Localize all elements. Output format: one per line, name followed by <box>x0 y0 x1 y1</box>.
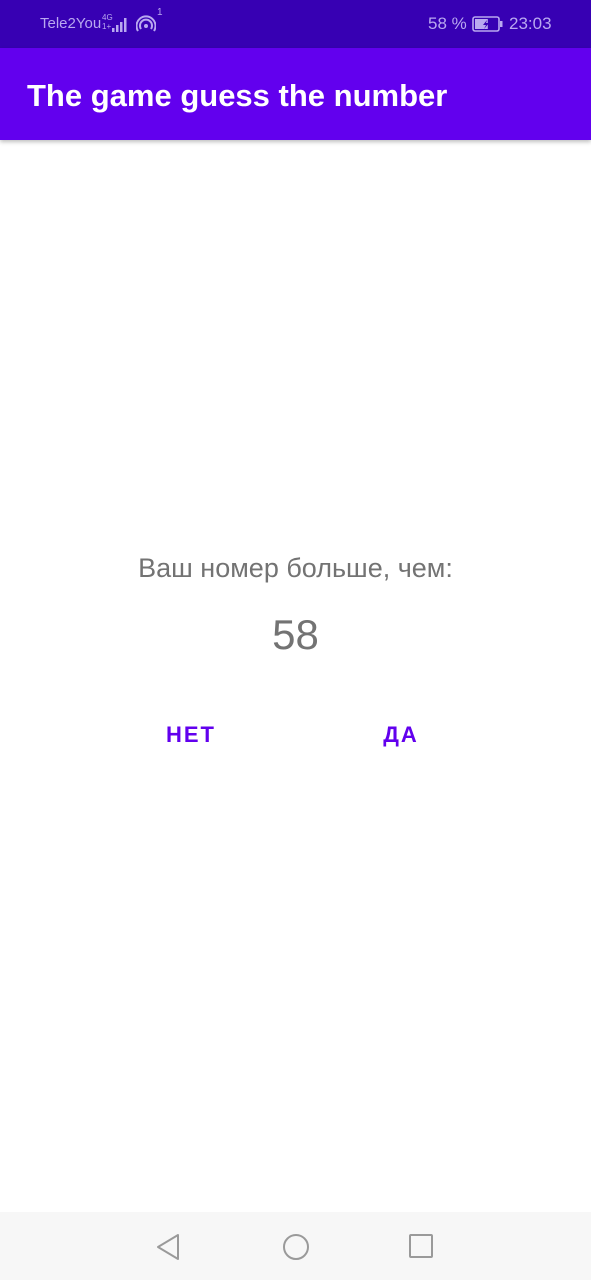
recent-apps-icon[interactable] <box>407 1232 435 1260</box>
home-icon[interactable] <box>281 1232 311 1262</box>
yes-button[interactable]: ДА <box>326 702 476 768</box>
back-icon[interactable] <box>154 1232 184 1262</box>
status-bar: Tele2You 4G 1+ 1 58 % 23:03 <box>0 0 591 48</box>
app-bar: The game guess the number <box>0 48 591 140</box>
app-title: The game guess the number <box>27 78 448 113</box>
hotspot-icon <box>136 15 156 32</box>
no-button[interactable]: НЕТ <box>116 702 266 768</box>
navigation-bar <box>0 1212 591 1280</box>
battery-charging-icon <box>472 16 503 32</box>
battery-percent: 58 % <box>428 14 467 33</box>
hotspot-count: 1 <box>157 7 163 18</box>
guessed-number: 58 <box>272 611 319 658</box>
question-prompt: Ваш номер больше, чем: <box>138 553 453 583</box>
network-sub-label: 1+ <box>102 22 112 31</box>
signal-icon <box>112 18 127 32</box>
carrier-name: Tele2You <box>40 15 102 32</box>
clock: 23:03 <box>509 14 552 33</box>
